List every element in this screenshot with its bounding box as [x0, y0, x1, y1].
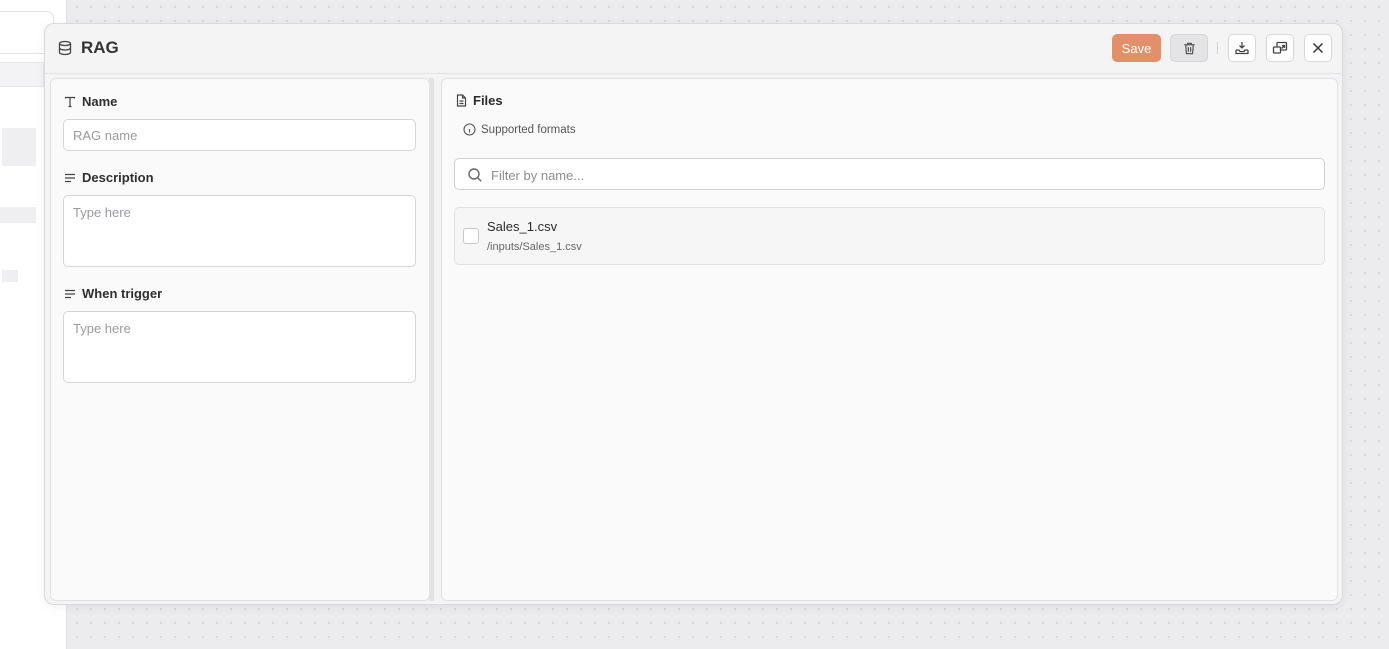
- download-button[interactable]: [1228, 34, 1256, 62]
- text-lines-icon: [65, 173, 75, 182]
- rag-modal: RAG Save Name RAG name Description Type …: [44, 23, 1343, 605]
- name-label-text: Name: [82, 94, 118, 109]
- external-window-icon: [1272, 41, 1288, 54]
- when-trigger-field-label: When trigger: [64, 286, 162, 301]
- background-blurred-item: [2, 270, 18, 282]
- trash-icon: [1183, 42, 1195, 54]
- description-textarea[interactable]: [63, 195, 416, 267]
- download-icon: [1235, 42, 1249, 55]
- modal-title: RAG: [81, 38, 119, 57]
- text-lines-icon: [65, 289, 75, 298]
- files-panel: Files Supported formats Sales_1.csv /inp…: [441, 78, 1338, 601]
- rag-details-panel: Name Description When trigger: [50, 78, 430, 601]
- panel-resize-handle[interactable]: [429, 78, 434, 601]
- background-blurred-item: [2, 128, 36, 166]
- files-section-label: Files: [455, 93, 503, 108]
- database-icon: [58, 40, 72, 56]
- text-type-icon: [64, 96, 76, 107]
- description-label-text: Description: [82, 170, 154, 185]
- search-icon: [468, 168, 482, 182]
- rag-name-input[interactable]: [63, 119, 416, 151]
- file-icon: [456, 94, 467, 107]
- supported-formats-info[interactable]: Supported formats: [463, 123, 576, 136]
- file-path: /inputs/Sales_1.csv: [487, 241, 582, 253]
- files-label-text: Files: [473, 93, 503, 108]
- filter-by-name-input[interactable]: [489, 159, 1313, 191]
- background-blurred-item: [0, 207, 36, 223]
- file-select-checkbox[interactable]: [463, 228, 479, 244]
- header-divider: [1217, 42, 1218, 54]
- delete-button[interactable]: [1170, 34, 1208, 62]
- description-field-label: Description: [64, 170, 154, 185]
- file-list-item[interactable]: Sales_1.csv /inputs/Sales_1.csv: [454, 207, 1325, 265]
- save-button[interactable]: Save: [1112, 34, 1161, 62]
- file-name: Sales_1.csv: [487, 219, 558, 234]
- modal-header: RAG Save: [45, 24, 1342, 74]
- close-button[interactable]: [1304, 34, 1332, 62]
- background-bar: [0, 62, 44, 87]
- close-icon: [1312, 42, 1324, 54]
- open-window-button[interactable]: [1266, 34, 1294, 62]
- info-icon: [463, 123, 476, 136]
- supported-formats-text: Supported formats: [481, 123, 576, 136]
- when-trigger-textarea[interactable]: [63, 311, 416, 383]
- filter-field: [454, 158, 1325, 191]
- when-trigger-label-text: When trigger: [82, 286, 163, 301]
- name-field-label: Name: [64, 94, 117, 109]
